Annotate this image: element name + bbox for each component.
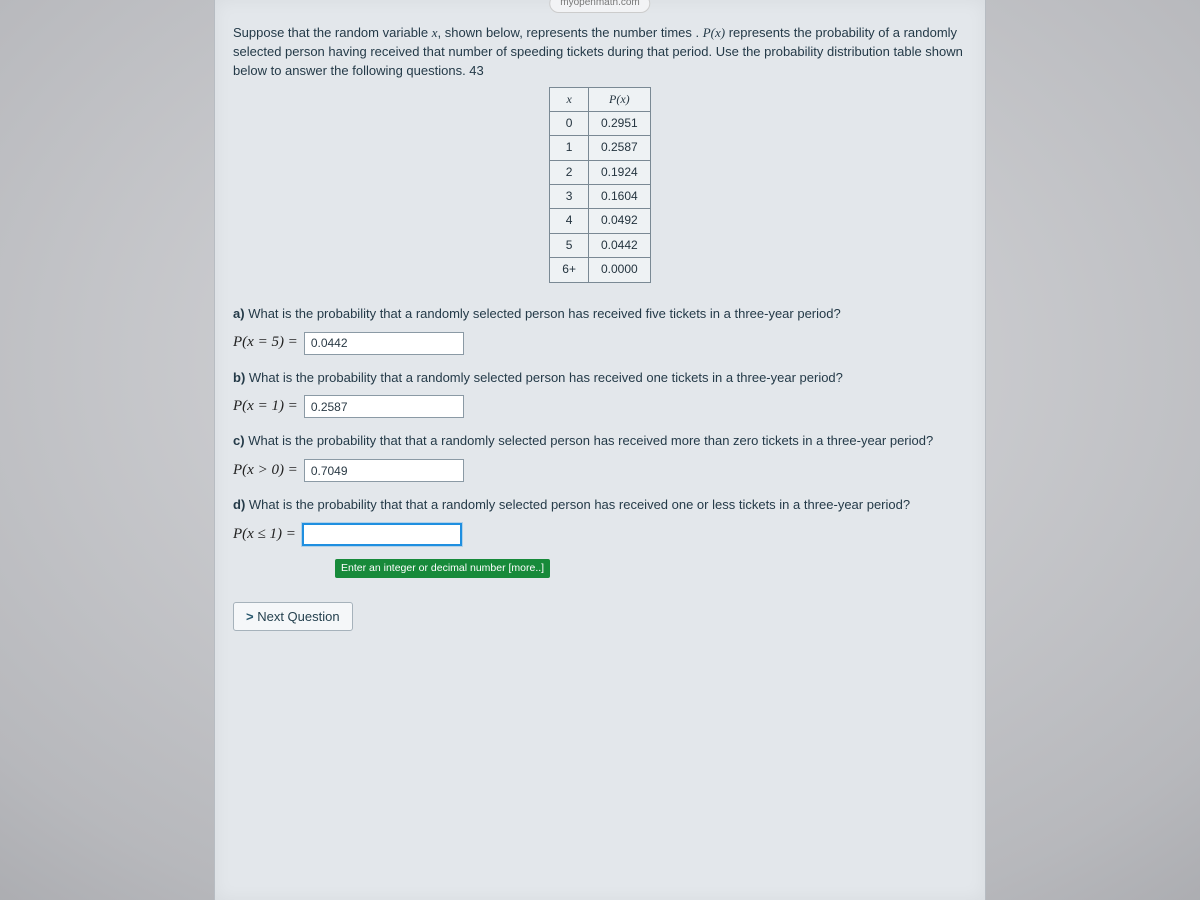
answer-b-input[interactable] [304, 395, 464, 418]
question-a-label: a) [233, 306, 245, 321]
answer-line-b: P(x = 1) = [233, 395, 967, 418]
answer-a-input[interactable] [304, 332, 464, 355]
question-d-text: What is the probability that that a rand… [249, 497, 910, 512]
table-head-px: P(x) [588, 87, 650, 111]
probability-table: x P(x) 00.2951 10.2587 20.1924 30.1604 4… [549, 87, 650, 283]
answer-d-input[interactable] [302, 523, 462, 546]
question-a-text: What is the probability that a randomly … [248, 306, 841, 321]
answer-line-d: P(x ≤ 1) = [233, 523, 967, 546]
question-c-text: What is the probability that that a rand… [248, 433, 933, 448]
answer-line-a: P(x = 5) = [233, 332, 967, 355]
answer-d-hint: Enter an integer or decimal number [more… [335, 559, 550, 578]
answer-b-expression: P(x = 1) = [233, 396, 298, 418]
question-panel: myopenmath.com Suppose that the random v… [214, 0, 986, 900]
table-row: 10.2587 [550, 136, 650, 160]
answer-a-expression: P(x = 5) = [233, 332, 298, 354]
answer-c-expression: P(x > 0) = [233, 460, 298, 482]
answer-c-input[interactable] [304, 459, 464, 482]
intro-part2: , shown below, represents the number tim… [438, 25, 703, 40]
table-row: 6+0.0000 [550, 258, 650, 282]
answer-line-c: P(x > 0) = [233, 459, 967, 482]
table-row: 40.0492 [550, 209, 650, 233]
table-head-x: x [550, 87, 589, 111]
answer-d-expression: P(x ≤ 1) = [233, 524, 296, 546]
table-row: 00.2951 [550, 111, 650, 135]
question-a: a) What is the probability that a random… [233, 305, 967, 324]
intro-text: Suppose that the random variable x, show… [233, 24, 967, 81]
question-d: d) What is the probability that that a r… [233, 496, 967, 515]
question-b: b) What is the probability that a random… [233, 369, 967, 388]
intro-part1: Suppose that the random variable [233, 25, 432, 40]
table-row: 20.1924 [550, 160, 650, 184]
address-bar: myopenmath.com [549, 0, 650, 13]
table-row: 30.1604 [550, 185, 650, 209]
intro-px: P(x) [703, 25, 725, 40]
table-row: 50.0442 [550, 233, 650, 257]
next-question-button[interactable]: Next Question [233, 602, 353, 631]
question-c: c) What is the probability that that a r… [233, 432, 967, 451]
question-b-label: b) [233, 370, 245, 385]
question-d-label: d) [233, 497, 245, 512]
question-c-label: c) [233, 433, 245, 448]
question-b-text: What is the probability that a randomly … [249, 370, 843, 385]
photo-frame: myopenmath.com Suppose that the random v… [0, 0, 1200, 900]
